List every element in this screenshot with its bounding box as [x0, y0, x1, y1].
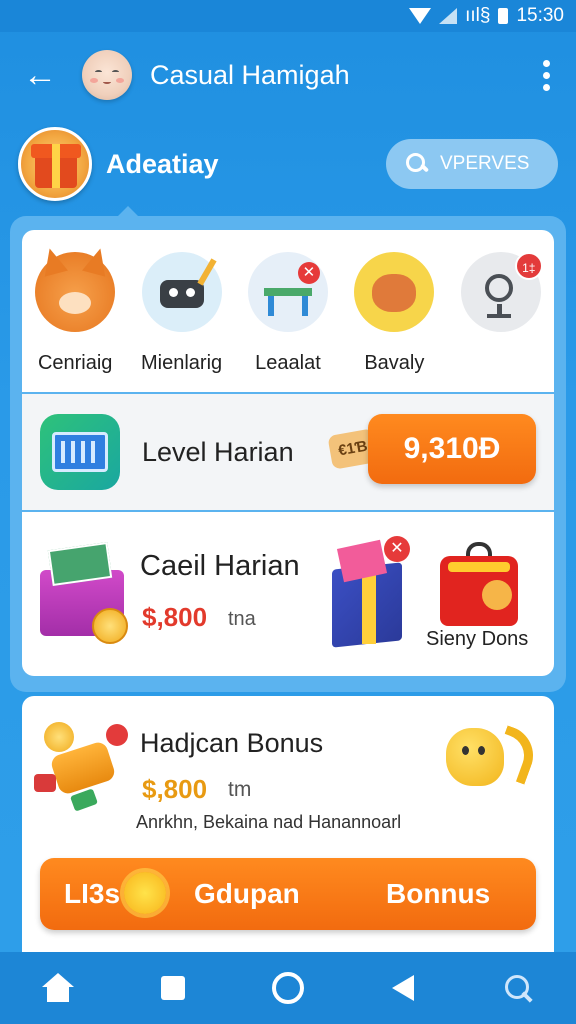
basket-icon: [40, 414, 120, 490]
more-options-icon[interactable]: [536, 55, 556, 95]
bonus-unit: tm: [228, 778, 252, 801]
level-row[interactable]: Level Harian €1Ɓ 9,310Ð: [22, 394, 554, 510]
page-title: Casual Hamigah: [150, 59, 350, 90]
gift-bag-icon: [36, 536, 132, 646]
search-button[interactable]: VPERVES: [386, 139, 558, 189]
nav-home-circle[interactable]: [264, 964, 312, 1012]
search-label: VPERVES: [440, 153, 530, 174]
robot-icon: [141, 252, 222, 332]
nav-home[interactable]: [34, 964, 82, 1012]
claim-bonus-button[interactable]: LI3s Gdupan Bonnus: [40, 858, 536, 930]
section-title: Adeatiay: [106, 148, 219, 179]
cat-icon: [354, 252, 435, 332]
nav-back[interactable]: [379, 964, 427, 1012]
category-item[interactable]: 1‡: [457, 252, 545, 392]
nav-recents[interactable]: [149, 964, 197, 1012]
back-arrow-icon[interactable]: ←: [20, 55, 60, 95]
category-label: Mienlarig: [141, 352, 223, 374]
app-header: ← Casual Hamigah: [0, 40, 576, 110]
signal-text: ııl§: [465, 5, 491, 26]
square-icon: [160, 976, 185, 1000]
card-pack-icon[interactable]: ✕: [332, 536, 410, 648]
category-label: Cenriaig: [37, 352, 113, 374]
category-label: Leaalat: [255, 352, 321, 374]
category-row: Cenriaig Mienlarig ✕ Leaalat Bavaly 1‡: [22, 230, 554, 392]
bonus-button-right-label: Bonnus: [386, 878, 491, 909]
close-badge-icon[interactable]: ✕: [384, 536, 410, 562]
notification-badge: 1‡: [514, 252, 543, 280]
category-item[interactable]: Mienlarig: [138, 252, 226, 392]
category-label: Bavaly: [364, 352, 425, 374]
toys-icon: [32, 718, 132, 814]
chest-label: Sieny Dons: [426, 628, 529, 650]
daily-offer-row[interactable]: Caeil Harian $,800 tna ✕ Sieny Dons: [22, 512, 554, 676]
avatar[interactable]: [82, 50, 132, 100]
desk-icon: ✕: [247, 252, 328, 332]
cellular-icon: [439, 8, 458, 24]
nav-search[interactable]: [494, 964, 542, 1012]
status-bar: ııl§ 15:30: [0, 0, 576, 32]
bottom-navigation: [0, 952, 576, 1024]
bonus-button-mid-label: Gdupan: [194, 878, 300, 909]
circle-icon: [271, 972, 304, 1004]
offer-price: $,800: [142, 602, 208, 632]
sun-icon: [124, 872, 166, 914]
offer-unit: tna: [228, 608, 256, 630]
battery-icon: [498, 8, 509, 24]
bonus-price: $,800: [142, 774, 208, 804]
gift-box-icon: [18, 127, 92, 201]
bonus-description: Anrkhn, Bekaina nad Hanannoarl: [136, 812, 402, 832]
treasure-chest-icon[interactable]: [432, 532, 542, 672]
status-time: 15:30: [516, 5, 564, 26]
mascot-icon: [436, 724, 542, 804]
bonus-button-left-label: LI3s: [64, 878, 121, 909]
category-item[interactable]: Bavaly: [350, 252, 438, 392]
level-value-button[interactable]: 9,310Ð: [368, 414, 536, 484]
search-icon: [406, 153, 428, 175]
home-icon: [41, 973, 74, 1003]
offer-title: Caeil Harian: [140, 550, 300, 582]
bonus-card: Hadjcan Bonus $,800 tm Anrkhn, Bekaina n…: [22, 696, 554, 952]
back-triangle-icon: [392, 975, 415, 1001]
section-header: Adeatiay VPERVES: [18, 124, 558, 204]
category-item[interactable]: Cenriaig: [31, 252, 119, 392]
wifi-icon: [409, 8, 432, 24]
fox-icon: [35, 252, 116, 332]
bonus-title: Hadjcan Bonus: [140, 728, 324, 758]
search-camera-icon: 1‡: [460, 252, 543, 332]
search-icon: [503, 973, 533, 1003]
category-item[interactable]: ✕ Leaalat: [244, 252, 332, 392]
